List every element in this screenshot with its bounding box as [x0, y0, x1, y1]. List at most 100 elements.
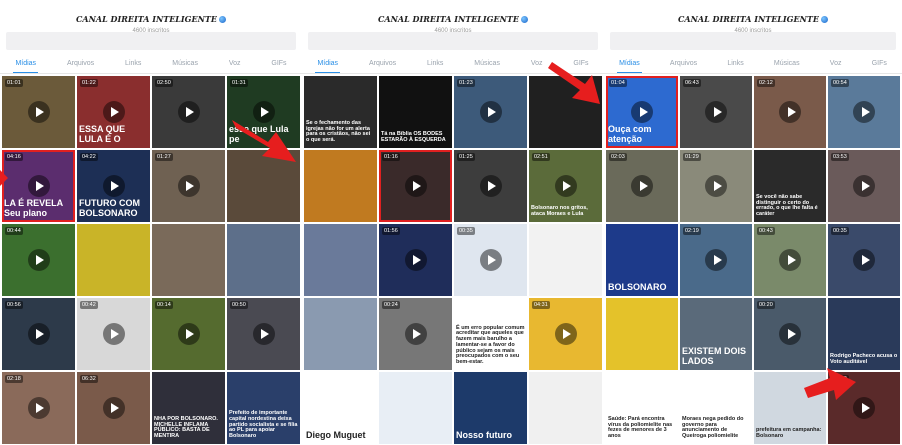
media-thumbnail[interactable]: 00:54	[828, 76, 900, 148]
media-thumbnail[interactable]: 02:12	[754, 76, 826, 148]
play-icon[interactable]	[102, 397, 125, 419]
tab-midias[interactable]: Mídias	[617, 55, 642, 73]
media-thumbnail[interactable]: 02:50	[152, 76, 225, 148]
media-thumbnail[interactable]	[529, 224, 602, 296]
tab-arquivos[interactable]: Arquivos	[65, 55, 96, 72]
media-thumbnail[interactable]: 01:23	[454, 76, 527, 148]
media-thumbnail[interactable]: 04:31	[529, 298, 602, 370]
media-thumbnail[interactable]: 00:20	[754, 298, 826, 370]
play-icon[interactable]	[177, 101, 200, 123]
media-thumbnail[interactable]: EXISTEM DOIS LADOS	[680, 298, 752, 370]
media-thumbnail[interactable]	[304, 224, 377, 296]
media-thumbnail[interactable]: 00:42	[77, 298, 150, 370]
media-thumbnail[interactable]: Moraes nega pedido do governo para anunc…	[680, 372, 752, 444]
media-thumbnail[interactable]	[77, 224, 150, 296]
media-thumbnail[interactable]: 02:03	[606, 150, 678, 222]
play-icon[interactable]	[779, 101, 801, 123]
media-thumbnail[interactable]: Saúde: Pará encontra vírus da poliomieli…	[606, 372, 678, 444]
media-thumbnail[interactable]: Diego Muguet	[304, 372, 377, 444]
media-thumbnail[interactable]: 02:18	[2, 372, 75, 444]
tab-links[interactable]: Links	[725, 55, 745, 72]
play-icon[interactable]	[479, 175, 502, 197]
media-thumbnail[interactable]: 01:01	[2, 76, 75, 148]
play-icon[interactable]	[554, 175, 577, 197]
media-thumbnail[interactable]: 01:16	[379, 150, 452, 222]
play-icon[interactable]	[27, 323, 50, 345]
media-thumbnail[interactable]: 00:24	[379, 298, 452, 370]
tab-musicas[interactable]: Músicas	[772, 55, 802, 72]
media-thumbnail[interactable]	[529, 372, 602, 444]
tab-arquivos[interactable]: Arquivos	[367, 55, 398, 72]
media-thumbnail[interactable]: Tá na Bíblia OS BODES ESTARÃO À ESQUERDA	[379, 76, 452, 148]
media-thumbnail[interactable]: prefeitura em campanha: Bolsonaro	[754, 372, 826, 444]
media-thumbnail[interactable]: Se o fechamento das igrejas não for um a…	[304, 76, 377, 148]
tab-midias[interactable]: Mídias	[13, 55, 39, 73]
media-thumbnail[interactable]: 00:35	[828, 224, 900, 296]
play-icon[interactable]	[102, 175, 125, 197]
tab-links[interactable]: Links	[123, 55, 143, 72]
play-icon[interactable]	[177, 323, 200, 345]
media-thumbnail[interactable]: 01:25	[454, 150, 527, 222]
tab-voz[interactable]: Voz	[828, 55, 844, 72]
media-thumbnail[interactable]: 00:43	[754, 224, 826, 296]
media-thumbnail[interactable]: 03:53	[828, 150, 900, 222]
media-thumbnail[interactable]	[379, 372, 452, 444]
tab-musicas[interactable]: Músicas	[170, 55, 200, 72]
play-icon[interactable]	[779, 323, 801, 345]
media-thumbnail[interactable]: 06:43	[680, 76, 752, 148]
play-icon[interactable]	[479, 249, 502, 271]
media-thumbnail[interactable]: 00:10	[828, 372, 900, 444]
media-thumbnail[interactable]: BOLSONARO	[606, 224, 678, 296]
media-thumbnail[interactable]: 01:27	[152, 150, 225, 222]
media-thumbnail[interactable]: 00:44	[2, 224, 75, 296]
play-icon[interactable]	[705, 249, 727, 271]
media-thumbnail[interactable]: É um erro popular comum acreditar que aq…	[454, 298, 527, 370]
play-icon[interactable]	[27, 175, 50, 197]
play-icon[interactable]	[252, 101, 275, 123]
media-thumbnail[interactable]	[304, 298, 377, 370]
play-icon[interactable]	[779, 249, 801, 271]
media-thumbnail[interactable]: NHA POR BOLSONARO. MICHELLE INFLAMA PÚBL…	[152, 372, 225, 444]
play-icon[interactable]	[853, 101, 875, 123]
play-icon[interactable]	[177, 175, 200, 197]
media-thumbnail[interactable]: 00:14	[152, 298, 225, 370]
media-thumbnail[interactable]	[304, 150, 377, 222]
tab-midias[interactable]: Mídias	[315, 55, 341, 73]
play-icon[interactable]	[404, 323, 427, 345]
media-thumbnail[interactable]: 06:32	[77, 372, 150, 444]
tab-musicas[interactable]: Músicas	[472, 55, 502, 72]
media-thumbnail[interactable]: 01:29	[680, 150, 752, 222]
media-thumbnail[interactable]: Se você não sabe distinguir o certo do e…	[754, 150, 826, 222]
media-thumbnail[interactable]: 00:35	[454, 224, 527, 296]
play-icon[interactable]	[705, 101, 727, 123]
play-icon[interactable]	[705, 175, 727, 197]
play-icon[interactable]	[479, 101, 502, 123]
media-thumbnail[interactable]	[152, 224, 225, 296]
media-thumbnail[interactable]	[227, 150, 300, 222]
media-thumbnail[interactable]: 01:56	[379, 224, 452, 296]
play-icon[interactable]	[631, 101, 653, 123]
play-icon[interactable]	[853, 175, 875, 197]
tab-gifs[interactable]: GIFs	[571, 55, 590, 72]
tab-voz[interactable]: Voz	[227, 55, 243, 72]
play-icon[interactable]	[404, 175, 427, 197]
tab-arquivos[interactable]: Arquivos	[668, 55, 699, 72]
play-icon[interactable]	[853, 249, 875, 271]
tab-gifs[interactable]: GIFs	[269, 55, 288, 72]
media-thumbnail[interactable]	[606, 298, 678, 370]
play-icon[interactable]	[27, 101, 50, 123]
media-thumbnail[interactable]: 01:04 Ouça com atenção	[606, 76, 678, 148]
play-icon[interactable]	[102, 323, 125, 345]
play-icon[interactable]	[252, 323, 275, 345]
media-thumbnail[interactable]: Nosso futuro	[454, 372, 527, 444]
media-thumbnail[interactable]	[227, 224, 300, 296]
play-icon[interactable]	[27, 249, 50, 271]
media-thumbnail[interactable]: 01:31 esse que Lula pe	[227, 76, 300, 148]
play-icon[interactable]	[102, 101, 125, 123]
media-thumbnail[interactable]: 02:51 Bolsonaro nos gritos, ataca Moraes …	[529, 150, 602, 222]
play-icon[interactable]	[631, 175, 653, 197]
media-thumbnail[interactable]: 04:16 LA É REVELA Seu plano	[2, 150, 75, 222]
media-thumbnail[interactable]: 04:22 FUTURO COM BOLSONARO	[77, 150, 150, 222]
media-thumbnail[interactable]	[529, 76, 602, 148]
media-thumbnail[interactable]: 00:56	[2, 298, 75, 370]
